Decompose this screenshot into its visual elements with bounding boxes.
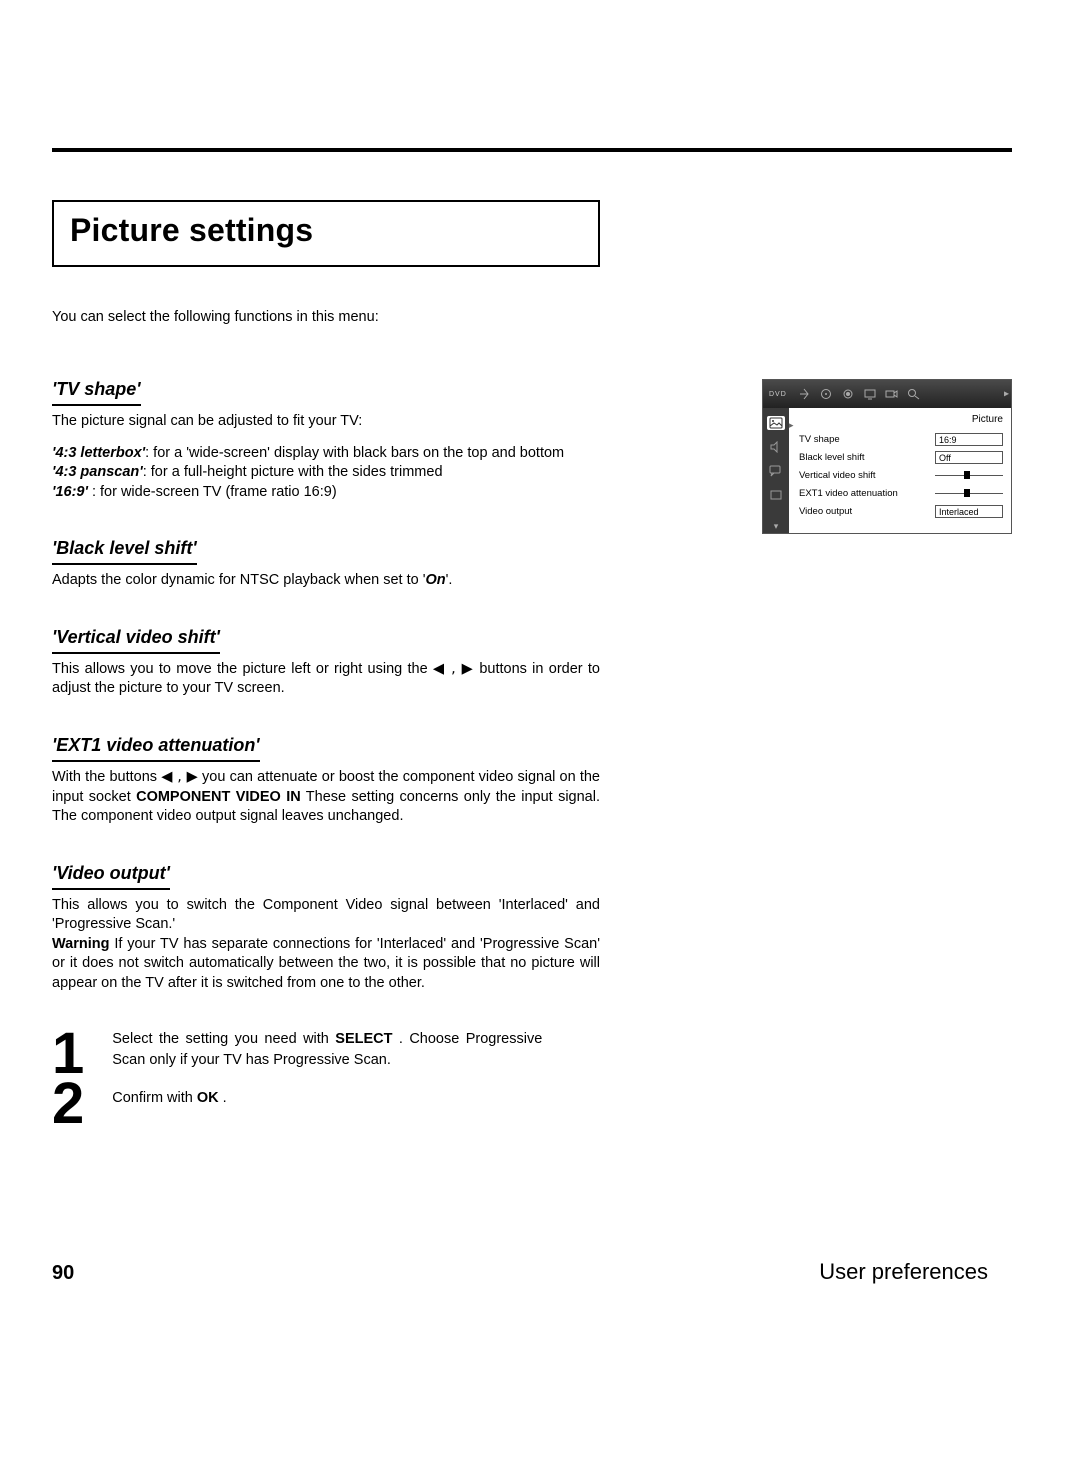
osd-row-tvshape: TV shape 16:9 — [799, 431, 1003, 447]
heading-ext1: 'EXT1 video attenuation' — [52, 735, 260, 762]
opt-169-name: '16:9' — [52, 484, 88, 500]
ok-key: OK — [197, 1090, 219, 1106]
ext1-text: With the buttons ◀ , ▶ you can attenuate… — [52, 768, 600, 827]
vshift-pre: This allows you to move the picture left… — [52, 661, 433, 677]
warning-label: Warning — [52, 936, 109, 952]
camera-icon — [883, 387, 901, 401]
osd-label-vshift: Vertical video shift — [799, 470, 876, 481]
black-level-text: Adapts the color dynamic for NTSC playba… — [52, 571, 600, 591]
step-2-text: Confirm with OK . — [112, 1088, 542, 1108]
screen-icon — [861, 387, 879, 401]
opt-panscan-name: '4:3 panscan' — [52, 464, 143, 480]
s2b: . — [219, 1090, 227, 1106]
section-vertical-shift: 'Vertical video shift' This allows you t… — [52, 627, 600, 699]
select-key: SELECT — [335, 1031, 392, 1047]
page-footer: 90 User preferences — [52, 1259, 988, 1285]
heading-video-output: 'Video output' — [52, 863, 170, 890]
osd-row-vshift: Vertical video shift — [799, 467, 1003, 483]
opt-letterbox-name: '4:3 letterbox' — [52, 445, 145, 461]
osd-side-tabs: ▾ — [763, 408, 789, 533]
vout-warn-text: If your TV has separate connections for … — [52, 936, 600, 991]
osd-row-ext1: EXT1 video attenuation — [799, 485, 1003, 501]
vout-p2: Warning If your TV has separate connecti… — [52, 935, 600, 994]
tab-scroll-right-icon: ▸ — [1004, 389, 1009, 400]
opt-letterbox: '4:3 letterbox': for a 'wide-screen' dis… — [52, 444, 600, 464]
heading-black-level: 'Black level shift' — [52, 538, 197, 565]
osd-label-black: Black level shift — [799, 452, 864, 463]
page-number: 90 — [52, 1262, 74, 1285]
vout-p1: This allows you to switch the Component … — [52, 896, 600, 935]
side-scroll-down-icon: ▾ — [774, 521, 779, 532]
osd-slider-vshift — [935, 470, 1003, 480]
osd-row-black: Black level shift Off — [799, 449, 1003, 465]
section-tv-shape: 'TV shape' The picture signal can be adj… — [52, 379, 600, 502]
black-level-post: '. — [446, 572, 453, 588]
install-icon — [795, 387, 813, 401]
black-level-on: On — [426, 572, 446, 588]
ext1-bold: COMPONENT VIDEO IN — [136, 789, 301, 805]
heading-tv-shape: 'TV shape' — [52, 379, 141, 406]
section-black-level: 'Black level shift' Adapts the color dyn… — [52, 538, 600, 591]
steps-block: 1 2 Select the setting you need with SEL… — [52, 1029, 600, 1128]
step-number-2: 2 — [52, 1079, 84, 1128]
osd-brand: DVD — [769, 391, 787, 398]
tv-shape-intro: The picture signal can be adjusted to fi… — [52, 412, 600, 432]
vertical-shift-text: This allows you to move the picture left… — [52, 660, 600, 699]
slider-knob-icon — [964, 489, 970, 497]
opt-panscan-desc: : for a full-height picture with the sid… — [143, 464, 443, 480]
arrow-left-right-icon: ◀ , ▶ — [161, 769, 198, 785]
footer-title: User preferences — [819, 1259, 988, 1285]
record-icon — [839, 387, 857, 401]
section-video-output: 'Video output' This allows you to switch… — [52, 863, 600, 994]
title-box: Picture settings — [52, 200, 600, 267]
osd-panel: Picture TV shape 16:9 Black level shift … — [789, 408, 1011, 533]
osd-label-ext1: EXT1 video attenuation — [799, 488, 898, 499]
ext1-a: With the buttons — [52, 769, 161, 785]
heading-vertical-shift: 'Vertical video shift' — [52, 627, 220, 654]
osd-tab-bar: DVD ▸ — [763, 380, 1011, 408]
s2a: Confirm with — [112, 1090, 197, 1106]
picture-tab-icon — [767, 416, 785, 430]
osd-panel-title: Picture — [799, 414, 1003, 425]
zoom-icon — [905, 387, 923, 401]
opt-169: '16:9' : for wide-screen TV (frame ratio… — [52, 483, 600, 503]
intro-text: You can select the following functions i… — [52, 309, 1012, 325]
language-tab-icon — [767, 464, 785, 478]
step-1-text: Select the setting you need with SELECT … — [112, 1029, 542, 1070]
osd-label-tvshape: TV shape — [799, 434, 840, 445]
top-rule — [52, 148, 1012, 152]
osd-screenshot: DVD ▸ ▾ ▸ Picture — [762, 379, 1012, 534]
sound-tab-icon — [767, 440, 785, 454]
osd-label-vout: Video output — [799, 506, 852, 517]
opt-169-desc: : for wide-screen TV (frame ratio 16:9) — [88, 484, 337, 500]
osd-value-black: Off — [935, 451, 1003, 464]
osd-slider-ext1 — [935, 488, 1003, 498]
slider-knob-icon — [964, 471, 970, 479]
osd-value-tvshape: 16:9 — [935, 433, 1003, 446]
step-numbers: 1 2 — [52, 1029, 84, 1128]
page-title: Picture settings — [70, 212, 582, 249]
section-ext1: 'EXT1 video attenuation' With the button… — [52, 735, 600, 827]
disc-icon — [817, 387, 835, 401]
arrow-left-right-icon: ◀ , ▶ — [433, 661, 474, 677]
opt-panscan: '4:3 panscan': for a full-height picture… — [52, 463, 600, 483]
osd-value-vout: Interlaced — [935, 505, 1003, 518]
osd-row-vout: Video output Interlaced — [799, 503, 1003, 519]
s1a: Select the setting you need with — [112, 1031, 335, 1047]
features-tab-icon — [767, 488, 785, 502]
black-level-pre: Adapts the color dynamic for NTSC playba… — [52, 572, 426, 588]
opt-letterbox-desc: : for a 'wide-screen' display with black… — [145, 445, 564, 461]
